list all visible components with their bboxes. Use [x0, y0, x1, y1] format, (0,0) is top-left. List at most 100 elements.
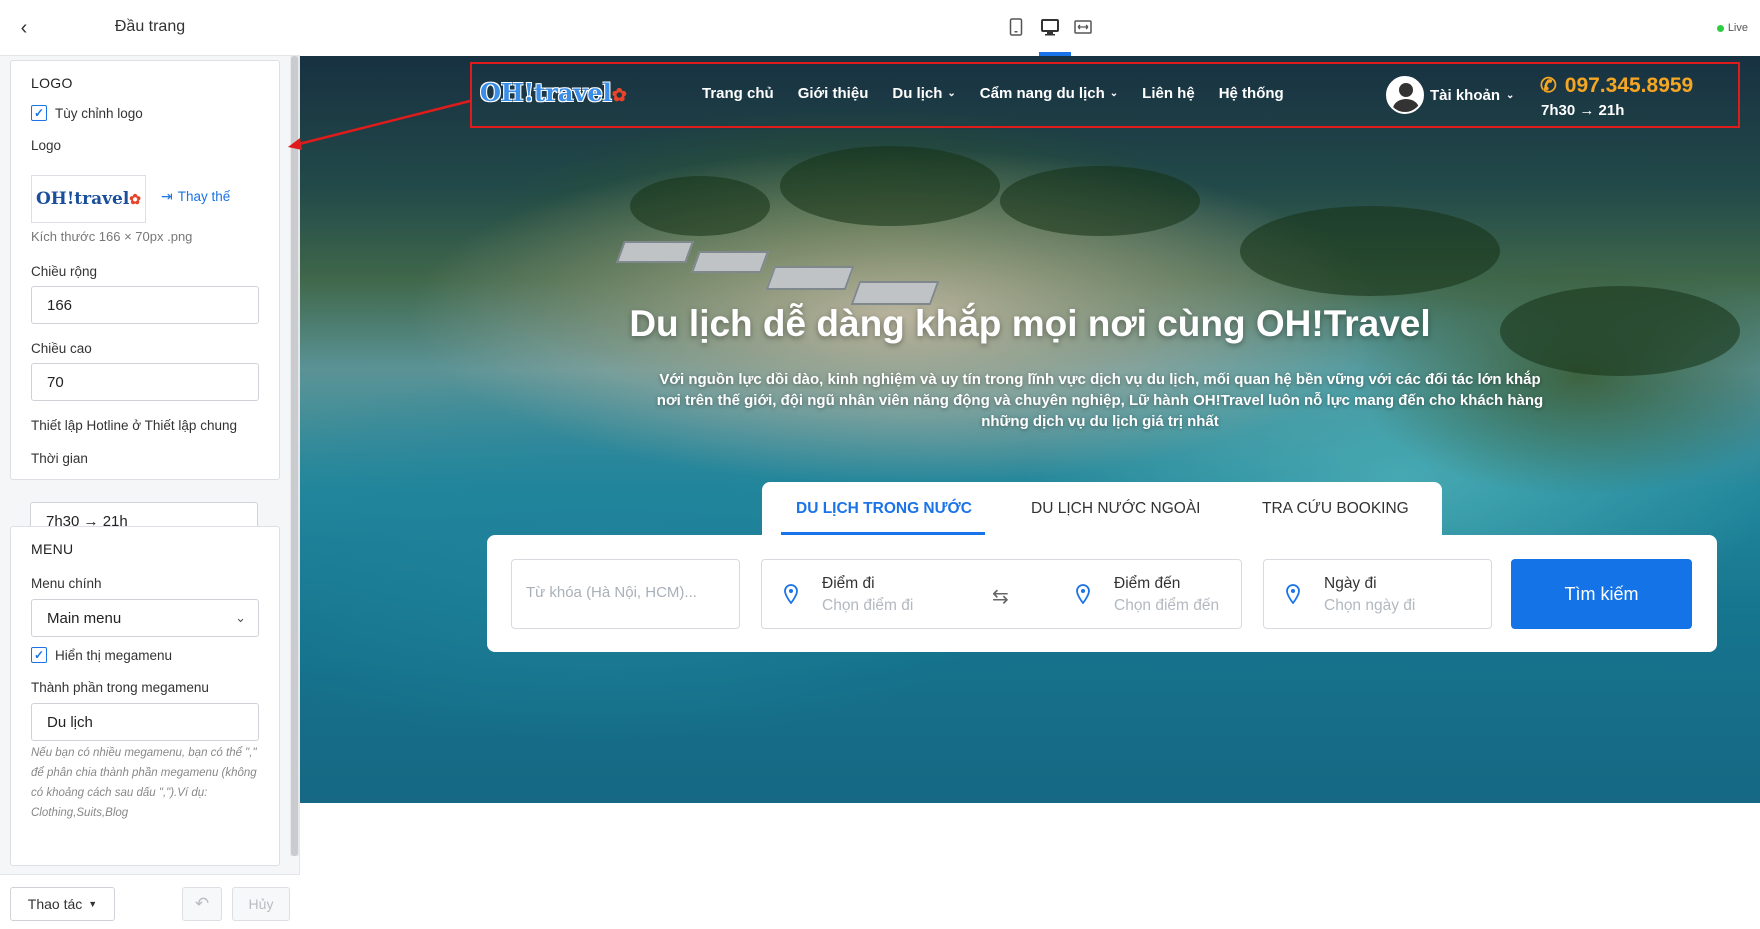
nav-label: Du lịch [892, 85, 943, 102]
menu-section: MENU Menu chính Main menu ⌄ ✓ Hiển thị m… [10, 526, 280, 866]
tab-international[interactable]: DU LỊCH NƯỚC NGOÀI [1031, 500, 1201, 518]
phone-icon: ✆ [1540, 75, 1557, 97]
hero-title: Du lịch dễ dàng khắp mọi nơi cùng OH!Tra… [629, 303, 1431, 344]
site-logo[interactable]: OH!travel✿ [480, 78, 627, 107]
tab-domestic[interactable]: DU LỊCH TRONG NƯỚC [796, 500, 972, 518]
keyword-input[interactable]: Từ khóa (Hà Nội, HCM)... [511, 559, 740, 629]
undo-button[interactable]: ↶ [182, 887, 222, 921]
date-placeholder: Chọn ngày đi [1324, 597, 1416, 614]
preview-toolbar: Live [300, 0, 1760, 56]
user-avatar-icon [1386, 76, 1424, 114]
chevron-down-icon: ⌄ [235, 610, 246, 625]
from-placeholder: Chọn điểm đi [822, 597, 914, 614]
settings-panel: ‹ Đầu trang LOGO ✓ Tùy chỉnh logo Logo O… [0, 0, 300, 929]
height-input[interactable]: 70 [31, 363, 259, 401]
hotline[interactable]: ✆ 097.345.8959 [1540, 73, 1693, 98]
actions-label: Thao tác [27, 896, 83, 912]
search-button[interactable]: Tìm kiếm [1511, 559, 1692, 629]
panel-scrollbar[interactable] [290, 56, 299, 856]
logo-preview: OH!travel✿ [31, 175, 146, 223]
tab-booking-lookup[interactable]: TRA CỨU BOOKING [1262, 500, 1409, 518]
live-status: Live [1716, 22, 1748, 34]
page-below-hero [300, 803, 1760, 929]
nav-label: Cẩm nang du lịch [979, 85, 1105, 102]
height-label: Chiều cao [31, 341, 92, 356]
show-megamenu-label: Hiển thị megamenu [55, 647, 173, 663]
logo-label: Logo [31, 138, 62, 153]
desktop-view-icon[interactable] [1039, 16, 1061, 38]
swap-icon[interactable]: ⇆ [992, 584, 1009, 609]
location-pin-icon [1076, 584, 1090, 605]
panel-scroll-area[interactable]: LOGO ✓ Tùy chỉnh logo Logo OH!travel✿ ⇥ … [0, 56, 300, 874]
flower-icon: ✿ [611, 85, 627, 106]
width-input[interactable]: 166 [31, 286, 259, 324]
logo-section: LOGO ✓ Tùy chỉnh logo Logo OH!travel✿ ⇥ … [10, 60, 280, 480]
route-field: Điểm đi Chọn điểm đi ⇆ Điểm đến Chọn điể… [761, 559, 1242, 629]
chevron-down-icon: ⌄ [947, 88, 956, 99]
show-megamenu-checkbox[interactable]: ✓ Hiển thị megamenu [31, 647, 172, 663]
site-logo-text: OH!travel [480, 78, 612, 107]
search-form: Từ khóa (Hà Nội, HCM)... Điểm đi Chọn đi… [487, 535, 1717, 652]
megamenu-items-input[interactable]: Du lịch [31, 703, 259, 741]
scrollbar-thumb[interactable] [291, 56, 298, 856]
nav-item-about[interactable]: Giới thiệu [798, 85, 869, 102]
date-label: Ngày đi [1324, 575, 1377, 592]
panel-header: ‹ Đầu trang [0, 0, 300, 56]
nav-item-system[interactable]: Hệ thống [1219, 85, 1284, 102]
width-label: Chiều rộng [31, 264, 98, 279]
keyword-placeholder: Từ khóa (Hà Nội, HCM)... [526, 584, 697, 601]
nav-label: Hệ thống [1218, 85, 1284, 102]
undo-icon: ↶ [194, 894, 210, 913]
custom-logo-checkbox[interactable]: ✓ Tùy chỉnh logo [31, 105, 143, 121]
nav-label: Trang chủ [702, 85, 774, 102]
menu-section-title: MENU [31, 541, 74, 557]
live-dot-icon [1716, 24, 1724, 32]
nav-item-travel[interactable]: Du lịch ⌄ [892, 85, 955, 102]
search-tabs: DU LỊCH TRONG NƯỚC DU LỊCH NƯỚC NGOÀI TR… [762, 482, 1442, 536]
logo-preview-text: OH!travel [35, 189, 130, 209]
location-pin-icon [1286, 584, 1300, 605]
from-field[interactable]: Điểm đi Chọn điểm đi [812, 560, 982, 628]
custom-logo-label: Tùy chỉnh logo [55, 105, 143, 121]
caret-down-icon: ▼ [88, 899, 98, 909]
account-menu[interactable]: Tài khoản ⌄ [1386, 76, 1514, 114]
logo-section-title: LOGO [31, 75, 73, 91]
actions-button[interactable]: Thao tác ▼ [10, 887, 115, 921]
location-pin-icon [784, 584, 798, 605]
main-nav: Trang chủ Giới thiệu Du lịch ⌄ Cẩm nang d… [702, 85, 1308, 102]
date-field[interactable]: Ngày đi Chọn ngày đi [1263, 559, 1492, 629]
nav-label: Giới thiệu [797, 85, 869, 102]
nav-item-contact[interactable]: Liên hệ [1142, 85, 1195, 102]
to-field[interactable]: Điểm đến Chọn điểm đến [1104, 560, 1239, 628]
account-label: Tài khoản [1430, 86, 1501, 104]
chevron-down-icon: ⌄ [1109, 88, 1119, 99]
replace-icon: ⇥ [161, 188, 173, 204]
main-menu-select[interactable]: Main menu ⌄ [31, 599, 259, 637]
hotline-number: 097.345.8959 [1564, 73, 1694, 97]
panel-title: Đầu trang [114, 18, 186, 35]
mobile-view-icon[interactable] [1005, 16, 1027, 38]
to-placeholder: Chọn điểm đến [1114, 597, 1220, 614]
nav-item-guide[interactable]: Cẩm nang du lịch ⌄ [980, 85, 1118, 102]
live-label: Live [1727, 22, 1748, 34]
flower-icon: ✿ [129, 192, 142, 208]
main-menu-value: Main menu [47, 609, 122, 627]
main-menu-label: Menu chính [31, 576, 102, 591]
check-icon: ✓ [31, 105, 47, 121]
replace-label: Thay thế [177, 189, 231, 204]
working-hours: 7h30 → 21h [1541, 102, 1625, 119]
replace-logo-link[interactable]: ⇥ Thay thế [161, 188, 230, 205]
to-label: Điểm đến [1114, 575, 1181, 592]
chevron-down-icon: ⌄ [1506, 89, 1515, 101]
nav-item-home[interactable]: Trang chủ [702, 85, 774, 102]
time-label: Thời gian [31, 451, 88, 466]
megamenu-hint: Nếu bạn có nhiều megamenu, bạn có thể ",… [31, 747, 257, 819]
logo-size-hint: Kích thước 166 × 70px .png [31, 229, 193, 244]
hotline-note: Thiết lập Hotline ở Thiết lập chung [31, 418, 237, 433]
hero-description: Với nguồn lực dồi dào, kinh nghiệm và uy… [656, 371, 1544, 430]
nav-label: Liên hệ [1142, 85, 1195, 102]
fullwidth-view-icon[interactable] [1072, 16, 1094, 38]
from-label: Điểm đi [822, 575, 875, 592]
check-icon: ✓ [31, 647, 47, 663]
cancel-button[interactable]: Hủy [232, 887, 290, 921]
